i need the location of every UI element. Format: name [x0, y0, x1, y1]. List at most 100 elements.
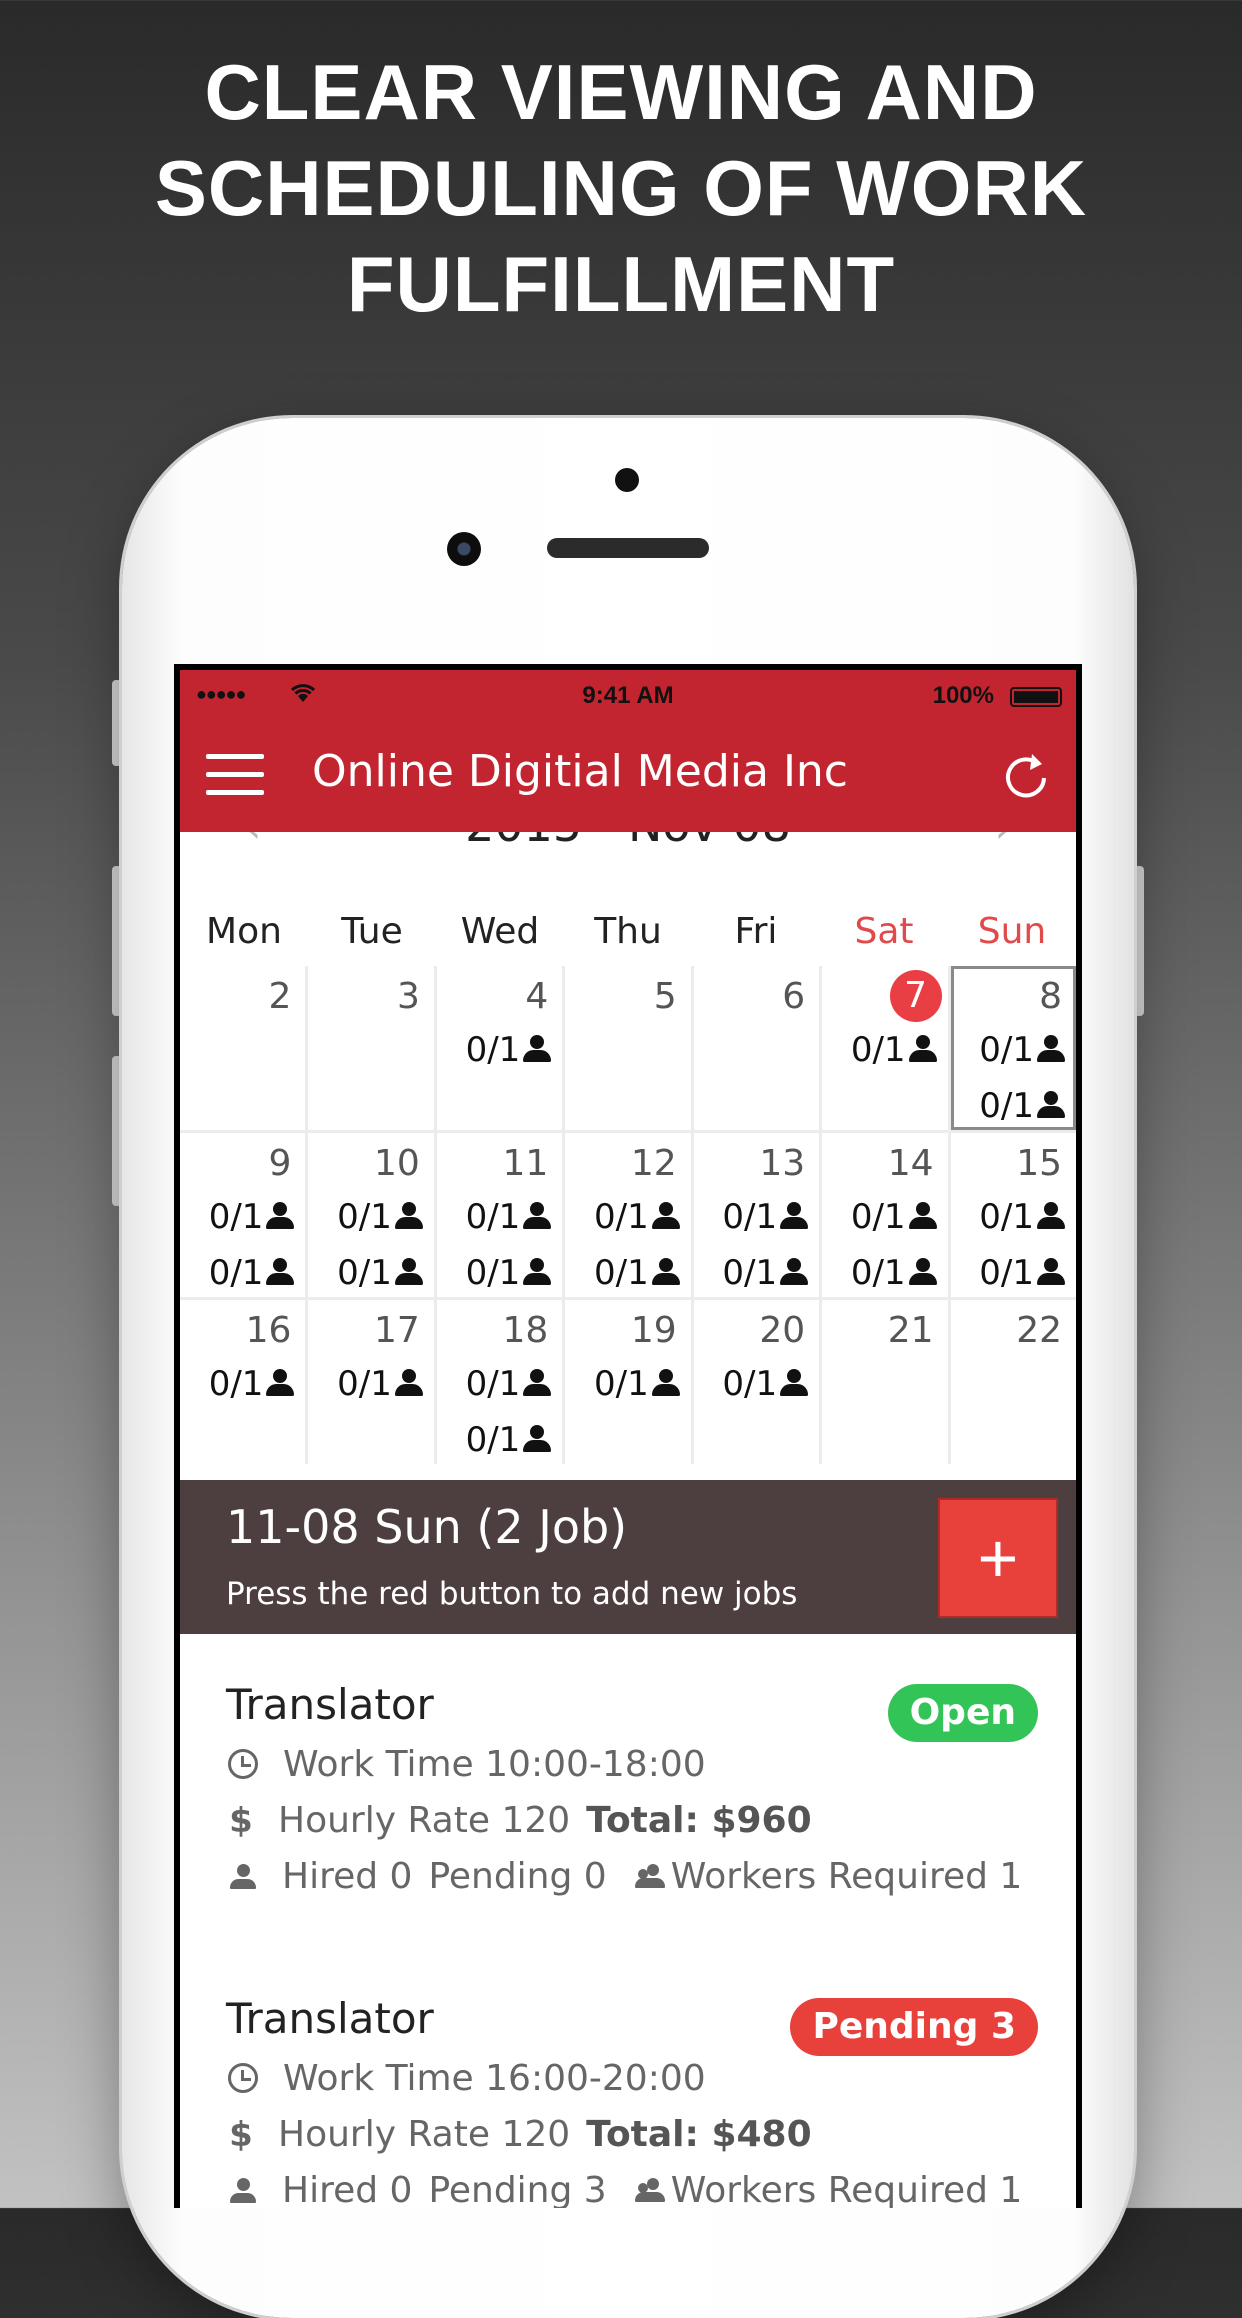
battery-icon: [1010, 687, 1062, 707]
calendar-day-10[interactable]: 10 0/1 0/1: [308, 1133, 434, 1297]
job-counts: 0/1 0/1: [851, 1189, 938, 1301]
job-fill-count: 0/1: [337, 1356, 424, 1412]
day-number: 15: [1016, 1143, 1062, 1184]
job-card[interactable]: Translator Open Work Time 10:00-18:00 $ Hour…: [180, 1680, 1076, 1980]
phone-sensor: [615, 468, 639, 492]
fill-count-text: 0/1: [208, 1364, 264, 1404]
dollar-icon: $: [229, 2115, 253, 2155]
job-fill-count: 0/1: [209, 1356, 296, 1412]
battery-percentage: 100%: [932, 682, 994, 709]
rate-row: $ Hourly Rate 120 Total: $960: [226, 1800, 812, 1841]
person-icon: [522, 1258, 552, 1286]
job-counts: 0/1: [851, 1022, 938, 1078]
refresh-icon[interactable]: [998, 748, 1054, 804]
fill-count-text: 0/1: [465, 1420, 521, 1460]
calendar-day-21[interactable]: 21: [822, 1300, 948, 1464]
fill-count-text: 0/1: [722, 1253, 778, 1293]
fill-count-text: 0/1: [979, 1197, 1034, 1237]
day-number: 16: [245, 1310, 292, 1351]
worker-icon: [230, 2178, 256, 2204]
person-icon: [779, 1202, 809, 1230]
phone-screen: ●●●●● 9:41 AM 100% Online Digitial Media…: [174, 664, 1082, 2208]
job-fill-count: 0/1: [594, 1245, 681, 1301]
work-time: Work Time 10:00-18:00: [283, 1744, 706, 1785]
fill-count-text: 0/1: [850, 1030, 906, 1070]
job-total: Total: $480: [586, 2114, 812, 2155]
calendar-day-7[interactable]: 7 0/1: [822, 966, 948, 1130]
fill-count-text: 0/1: [465, 1197, 521, 1237]
phone-front-camera: [447, 532, 481, 566]
calendar-day-3[interactable]: 3: [308, 966, 434, 1130]
work-time-row: Work Time 10:00-18:00: [226, 1744, 706, 1785]
job-counts: 0/1: [337, 1356, 424, 1412]
clock-icon: [228, 2063, 258, 2093]
day-number: 8: [1039, 976, 1062, 1017]
person-icon: [779, 1258, 809, 1286]
job-total: Total: $960: [586, 1800, 812, 1841]
calendar-day-2[interactable]: 2: [180, 966, 306, 1130]
hamburger-menu-icon[interactable]: [206, 754, 264, 800]
pending-count: Pending 3: [428, 2170, 607, 2208]
day-number: 11: [502, 1143, 549, 1184]
calendar-day-13[interactable]: 13 0/1 0/1: [693, 1133, 820, 1297]
day-number: 3: [396, 976, 420, 1017]
job-card[interactable]: Translator Pending 3 Work Time 16:00-20:00…: [180, 1994, 1076, 2208]
calendar-day-9[interactable]: 9 0/1 0/1: [180, 1133, 306, 1297]
person-icon: [779, 1369, 809, 1397]
month-label: 2015 - Nov 08: [180, 832, 1076, 852]
calendar-day-11[interactable]: 11 0/1 0/1: [436, 1133, 563, 1297]
calendar-day-6[interactable]: 6: [693, 966, 820, 1130]
job-counts: 0/1 0/1: [466, 1356, 553, 1468]
calendar-grid: 2 3 4 0/1 5 6 7 0/1 8 0/1 0/1 9 0/1 0/1 10 0/1 0/1 11 0/1 0…: [180, 966, 1076, 1464]
fill-count-text: 0/1: [208, 1197, 264, 1237]
calendar-day-15[interactable]: 15 0/1 0/1: [950, 1133, 1076, 1297]
weekday-header: Mon Tue Wed Thu Fri Sat Sun: [180, 902, 1076, 962]
calendar-day-16[interactable]: 16 0/1: [180, 1300, 306, 1464]
calendar-day-12[interactable]: 12 0/1 0/1: [565, 1133, 691, 1297]
calendar-day-19[interactable]: 19 0/1: [565, 1300, 691, 1464]
calendar-day-22[interactable]: 22: [950, 1300, 1076, 1464]
job-counts: 0/1 0/1: [979, 1022, 1066, 1134]
fill-count-text: 0/1: [593, 1364, 649, 1404]
headline-line-1: CLEAR VIEWING AND: [204, 48, 1038, 136]
job-fill-count: 0/1: [594, 1189, 681, 1245]
rate-row: $ Hourly Rate 120 Total: $480: [226, 2114, 812, 2155]
weekday-wed: Wed: [460, 911, 540, 952]
job-counts: 0/1: [722, 1356, 809, 1412]
day-number: 9: [268, 1143, 292, 1184]
workers-icon: [633, 1864, 667, 1890]
calendar-day-5[interactable]: 5: [565, 966, 691, 1130]
add-job-button[interactable]: +: [938, 1498, 1058, 1618]
job-title: Translator: [226, 1994, 434, 2043]
fill-count-text: 0/1: [593, 1197, 649, 1237]
app-title: Online Digitial Media Inc: [311, 746, 848, 797]
work-time-row: Work Time 16:00-20:00: [226, 2058, 706, 2099]
today-date-number: 7: [889, 970, 942, 1022]
calendar-day-17[interactable]: 17 0/1: [308, 1300, 434, 1464]
weekday-tue: Tue: [341, 911, 403, 952]
person-icon: [651, 1202, 681, 1230]
fill-count-text: 0/1: [337, 1197, 392, 1237]
job-fill-count: 0/1: [337, 1189, 424, 1245]
calendar-day-8[interactable]: 8 0/1 0/1: [950, 966, 1076, 1130]
job-fill-count: 0/1: [466, 1022, 553, 1078]
job-fill-count: 0/1: [337, 1245, 424, 1301]
job-fill-count: 0/1: [209, 1189, 296, 1245]
job-fill-count: 0/1: [851, 1245, 938, 1301]
day-number: 20: [759, 1310, 806, 1351]
fill-count-text: 0/1: [979, 1086, 1034, 1126]
person-icon: [908, 1202, 938, 1230]
calendar-day-18[interactable]: 18 0/1 0/1: [436, 1300, 563, 1464]
worker-icon: [230, 1864, 256, 1890]
workers-required: Workers Required 1: [670, 1856, 1023, 1897]
person-icon: [522, 1202, 552, 1230]
calendar-day-14[interactable]: 14 0/1 0/1: [822, 1133, 948, 1297]
fill-count-text: 0/1: [465, 1364, 521, 1404]
workers-required: Workers Required 1: [670, 2170, 1023, 2208]
calendar-day-4[interactable]: 4 0/1: [436, 966, 563, 1130]
day-number: 22: [1016, 1310, 1062, 1351]
calendar-day-20[interactable]: 20 0/1: [693, 1300, 820, 1464]
hired-count: Hired 0: [282, 1856, 413, 1897]
staffing-row: Hired 0 Pending 0 Workers Required 1: [226, 1856, 1022, 1897]
chevron-right-icon[interactable]: ›: [994, 832, 1012, 852]
